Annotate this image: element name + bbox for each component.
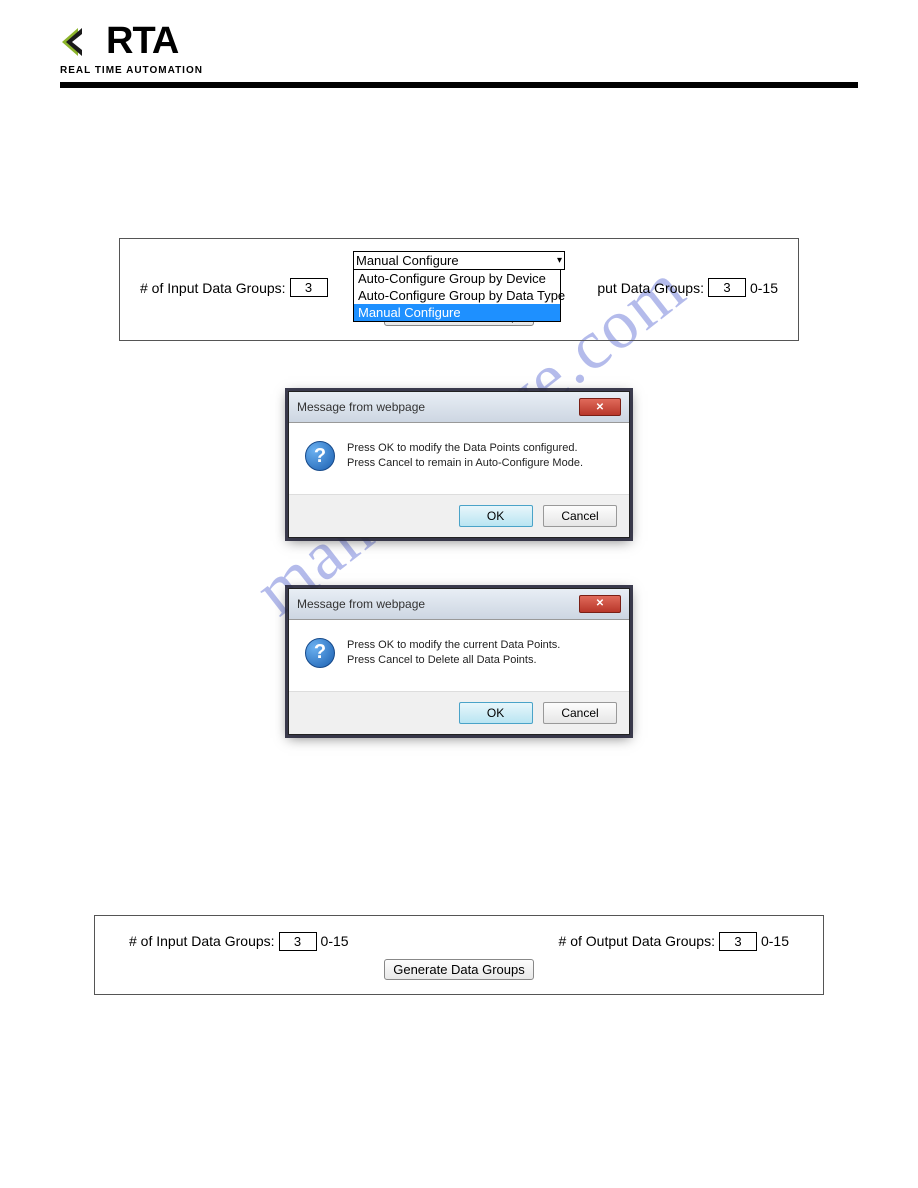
- config-panel-top: Manual Configure ▾ Auto-Configure Group …: [119, 238, 799, 341]
- dialog-modify-warning: Message from webpage ✕ ? Press OK to mod…: [288, 391, 630, 538]
- dropdown-option-auto-device[interactable]: Auto-Configure Group by Device: [354, 270, 560, 287]
- config-panel-bottom: # of Input Data Groups: 0-15 # of Output…: [94, 915, 824, 995]
- logo-tagline: REAL TIME AUTOMATION: [60, 65, 858, 76]
- rta-arrow-icon: [60, 22, 102, 62]
- dialog1-cancel-button[interactable]: Cancel: [543, 505, 617, 527]
- output-groups-label-2: # of Output Data Groups:: [559, 933, 715, 949]
- dropdown-option-manual[interactable]: Manual Configure: [354, 304, 560, 321]
- dialog1-ok-button[interactable]: OK: [459, 505, 533, 527]
- question-icon: ?: [305, 441, 335, 471]
- output-range-label-2: 0-15: [761, 933, 789, 949]
- generate-data-groups-button-2[interactable]: Generate Data Groups: [384, 959, 534, 980]
- close-icon[interactable]: ✕: [579, 398, 621, 416]
- dialog2-cancel-button[interactable]: Cancel: [543, 702, 617, 724]
- dialog1-title: Message from webpage: [297, 400, 425, 414]
- dropdown-options-list: Auto-Configure Group by Device Auto-Conf…: [353, 269, 561, 322]
- dialog2-ok-button[interactable]: OK: [459, 702, 533, 724]
- close-icon[interactable]: ✕: [579, 595, 621, 613]
- logo-brand: RTA: [106, 20, 178, 63]
- dialog2-line2: Press Cancel to Delete all Data Points.: [347, 653, 560, 668]
- dropdown-selected-label: Manual Configure: [356, 253, 459, 268]
- dialog1-line1: Press OK to modify the Data Points confi…: [347, 441, 583, 456]
- dialog1-message: Press OK to modify the Data Points confi…: [347, 441, 583, 472]
- input-groups-label: # of Input Data Groups:: [140, 280, 286, 296]
- input-groups-field-2[interactable]: [279, 932, 317, 951]
- input-range-label-2: 0-15: [321, 933, 349, 949]
- output-groups-field[interactable]: [708, 278, 746, 297]
- logo-area: RTA REAL TIME AUTOMATION: [60, 20, 858, 76]
- dialog1-line2: Press Cancel to remain in Auto-Configure…: [347, 456, 583, 471]
- dropdown-option-auto-type[interactable]: Auto-Configure Group by Data Type: [354, 287, 560, 304]
- dialog-delete-warning: Message from webpage ✕ ? Press OK to mod…: [288, 588, 630, 735]
- input-groups-label-2: # of Input Data Groups:: [129, 933, 275, 949]
- dialog2-title: Message from webpage: [297, 597, 425, 611]
- chevron-down-icon: ▾: [557, 255, 562, 266]
- dialog2-line1: Press OK to modify the current Data Poin…: [347, 638, 560, 653]
- question-icon: ?: [305, 638, 335, 668]
- output-range-label: 0-15: [750, 280, 778, 296]
- header-rule: [60, 82, 858, 88]
- config-mode-dropdown[interactable]: Manual Configure ▾: [353, 251, 565, 270]
- output-groups-field-2[interactable]: [719, 932, 757, 951]
- input-groups-field[interactable]: [290, 278, 328, 297]
- output-groups-label-partial: put Data Groups:: [597, 280, 704, 296]
- dialog2-message: Press OK to modify the current Data Poin…: [347, 638, 560, 669]
